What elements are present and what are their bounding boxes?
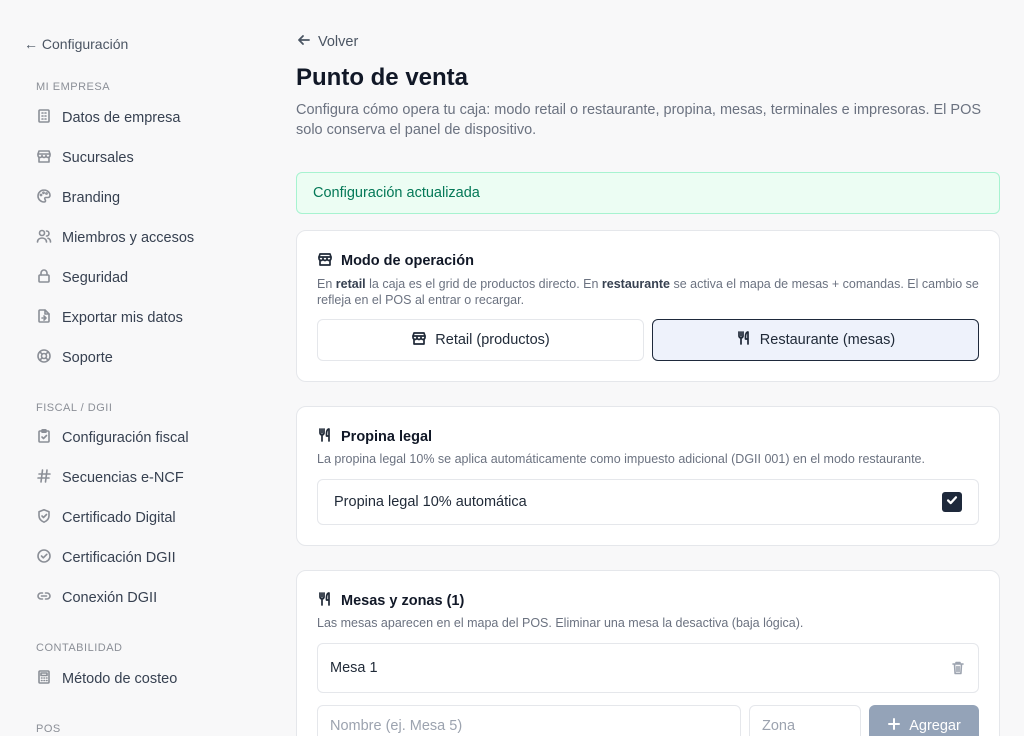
back-to-configuracion-link[interactable]: ← Configuración — [24, 36, 128, 52]
plus-icon — [887, 717, 901, 735]
file-export-icon — [36, 308, 52, 328]
store-icon — [36, 148, 52, 168]
sidebar-item-label: Seguridad — [62, 270, 129, 286]
sidebar-item-label: Secuencias e-NCF — [62, 470, 184, 486]
section-label-mi-empresa: MI EMPRESA — [36, 81, 111, 93]
sidebar-item-label: Datos de empresa — [62, 110, 181, 126]
building-icon — [36, 108, 52, 128]
success-alert: Configuración actualizada — [296, 172, 1000, 214]
page-title: Punto de venta — [296, 64, 469, 91]
tip-card-title: Propina legal — [341, 429, 433, 445]
sidebar-item-conexion[interactable]: Conexión DGII — [36, 586, 157, 610]
link-icon — [36, 588, 52, 608]
mode-card: Modo de operación En retail la caja es e… — [296, 230, 1000, 382]
sidebar-item-metodo-costeo[interactable]: Método de costeo — [36, 667, 177, 691]
sidebar-item-seguridad[interactable]: Seguridad — [36, 266, 128, 290]
sidebar-item-certificacion[interactable]: Certificación DGII — [36, 546, 176, 570]
sidebar-item-datos-empresa[interactable]: Datos de empresa — [36, 106, 180, 130]
mode-restaurant-button[interactable]: Restaurante (mesas) — [652, 319, 979, 361]
sidebar-item-config-fiscal[interactable]: Configuración fiscal — [36, 426, 189, 450]
sidebar-item-label: Método de costeo — [62, 671, 178, 687]
trash-icon[interactable] — [950, 660, 966, 676]
utensils-icon — [317, 591, 333, 611]
table-name-input[interactable] — [317, 705, 741, 736]
utensils-icon — [736, 330, 752, 350]
mode-card-title: Modo de operación — [341, 253, 474, 269]
back-button[interactable]: Volver — [296, 32, 358, 52]
mode-retail-button[interactable]: Retail (productos) — [317, 319, 644, 361]
mode-card-description: En retail la caja es el grid de producto… — [317, 277, 979, 307]
arrow-left-icon — [296, 32, 312, 52]
clipboard-check-icon — [36, 428, 52, 448]
tip-card-description: La propina legal 10% se aplica automátic… — [317, 452, 925, 466]
utensils-icon — [317, 427, 333, 447]
tip-card-header: Propina legal — [317, 427, 432, 447]
sidebar-item-exportar[interactable]: Exportar mis datos — [36, 306, 183, 330]
palette-icon — [36, 188, 52, 208]
lifebuoy-icon — [36, 348, 52, 368]
mode-restaurant-label: Restaurante (mesas) — [759, 332, 896, 348]
circle-check-icon — [36, 548, 52, 568]
table-zone-input[interactable] — [749, 705, 861, 736]
mode-retail-label: Retail (productos) — [435, 332, 550, 348]
sidebar-item-secuencias[interactable]: Secuencias e-NCF — [36, 466, 184, 490]
sidebar-item-soporte[interactable]: Soporte — [36, 346, 113, 370]
sidebar-item-label: Exportar mis datos — [62, 310, 183, 326]
tip-toggle-row[interactable]: Propina legal 10% automática — [317, 479, 979, 525]
hash-icon — [36, 468, 52, 488]
success-alert-text: Configuración actualizada — [313, 185, 480, 201]
check-icon — [945, 493, 959, 511]
tables-card-header: Mesas y zonas (1) — [317, 591, 464, 611]
sidebar-item-label: Certificación DGII — [62, 550, 176, 566]
sidebar-item-certificado[interactable]: Certificado Digital — [36, 506, 176, 530]
mode-card-header: Modo de operación — [317, 251, 474, 271]
page-description: Configura cómo opera tu caja: modo retai… — [296, 102, 982, 138]
tables-card-title: Mesas y zonas (1) — [341, 593, 465, 609]
section-label-fiscal: FISCAL / DGII — [36, 402, 113, 414]
sidebar-item-branding[interactable]: Branding — [36, 186, 120, 210]
sidebar-item-label: Miembros y accesos — [62, 230, 195, 246]
back-label: Volver — [318, 34, 359, 50]
table-name: Mesa 1 — [330, 660, 378, 676]
lock-icon — [36, 268, 52, 288]
store-icon — [317, 251, 333, 271]
section-label-contabilidad: CONTABILIDAD — [36, 642, 123, 654]
sidebar-item-label: Sucursales — [62, 150, 134, 166]
sidebar-item-label: Certificado Digital — [62, 510, 176, 526]
sidebar-item-miembros[interactable]: Miembros y accesos — [36, 226, 194, 250]
sidebar-item-label: Branding — [62, 190, 121, 206]
add-table-label: Agregar — [909, 718, 961, 734]
users-icon — [36, 228, 52, 248]
tip-card: Propina legal La propina legal 10% se ap… — [296, 406, 1000, 546]
tip-toggle-label: Propina legal 10% automática — [334, 494, 527, 510]
back-to-configuracion-label: ← Configuración — [24, 36, 129, 52]
sidebar-item-sucursales[interactable]: Sucursales — [36, 146, 134, 170]
sidebar: ← Configuración MI EMPRESA Datos de empr… — [0, 0, 270, 736]
section-label-pos: POS — [36, 723, 61, 735]
tables-card-description: Las mesas aparecen en el mapa del POS. E… — [317, 616, 804, 630]
shield-check-icon — [36, 508, 52, 528]
sidebar-item-label: Conexión DGII — [62, 590, 158, 606]
tables-card: Mesas y zonas (1) Las mesas aparecen en … — [296, 570, 1000, 736]
add-table-button[interactable]: Agregar — [869, 705, 979, 736]
tip-checkbox[interactable] — [942, 492, 962, 512]
sidebar-item-label: Configuración fiscal — [62, 430, 189, 446]
calculator-icon — [36, 669, 52, 689]
store-icon — [411, 330, 427, 350]
table-row: Mesa 1 — [317, 643, 979, 693]
sidebar-item-label: Soporte — [62, 350, 113, 366]
